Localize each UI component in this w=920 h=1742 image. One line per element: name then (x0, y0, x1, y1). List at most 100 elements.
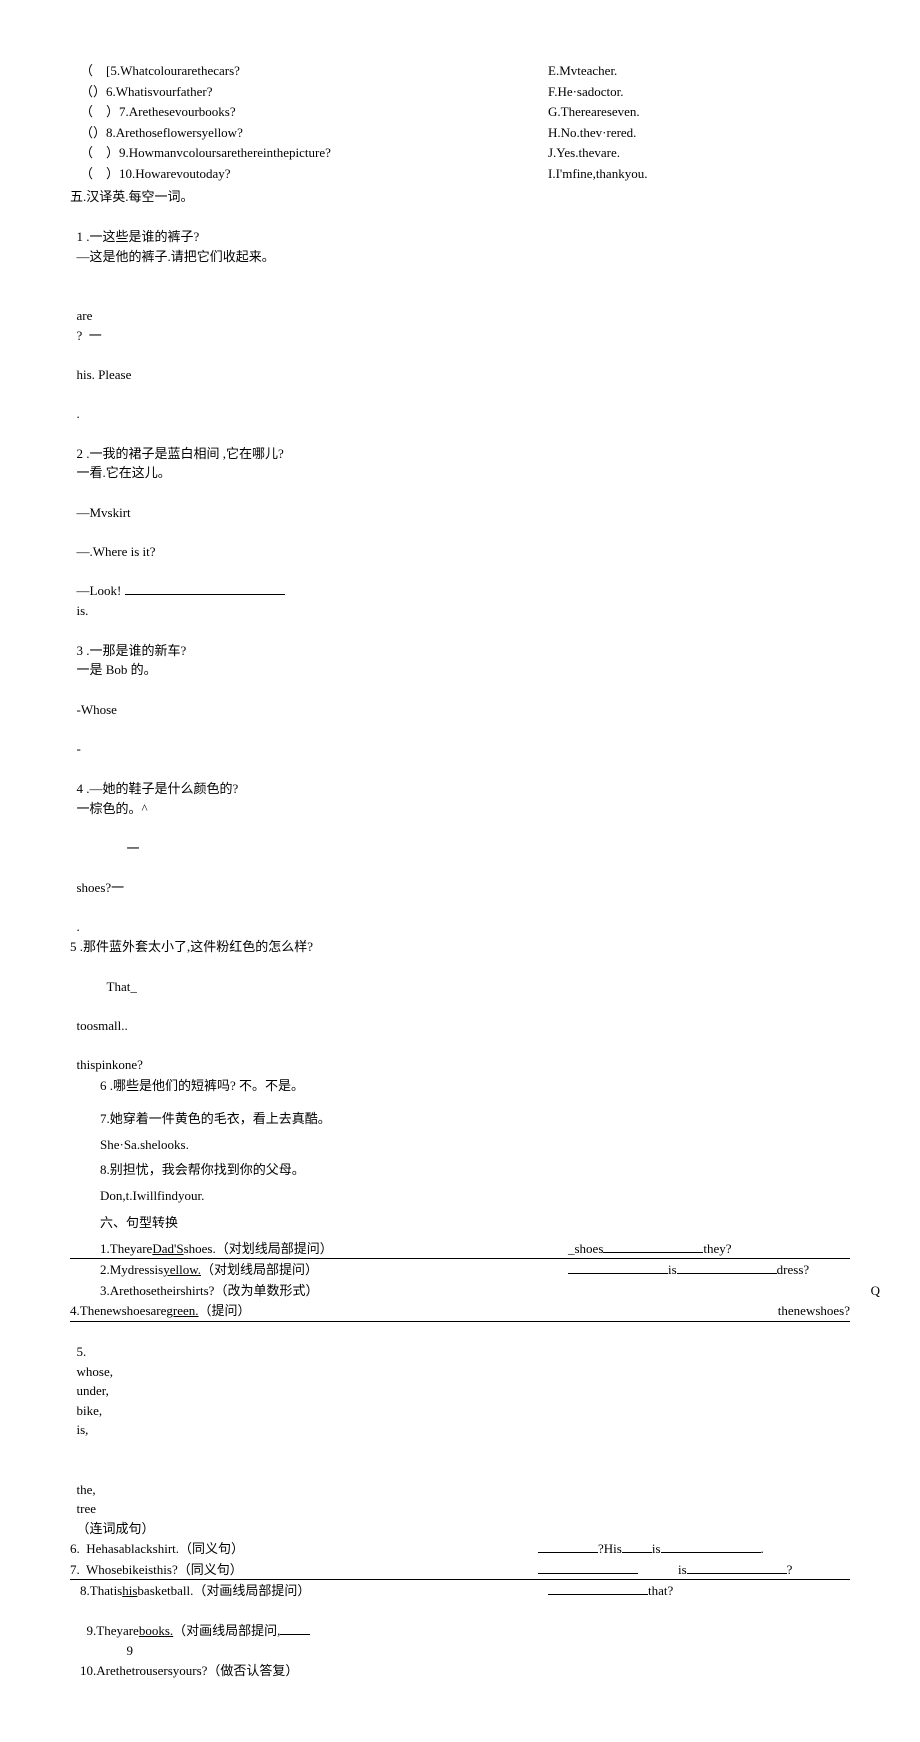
match-a7: G.Thereareseven. (548, 102, 860, 122)
blank (687, 1573, 787, 1574)
s5-his: his. Please (77, 367, 132, 382)
match-a6: F.He·sadoctor. (548, 82, 860, 102)
s6-q8-left: 8.Thatishisbasketball.（对画线局部提问） (70, 1581, 548, 1601)
s5-q5c: toosmall.. (77, 1018, 128, 1033)
s5-q1-line1: 1 .一这些是谁的裤子? —这是他的裤子.请把它们收起来。 (70, 208, 850, 267)
section5-title: 五.汉译英.每空一词。 (70, 187, 850, 207)
s6-q6d: . (761, 1541, 764, 1556)
s5-q7b: She·Sa.shelooks. (70, 1135, 850, 1155)
s5-q5d: thispinkone? (77, 1057, 143, 1072)
s5-q6: 6 .哪些是他们的短裤吗? 不。不是。 (70, 1076, 850, 1096)
match-q10: （ ）10.Howarevoutoday? (70, 164, 548, 184)
s5-q8a: 8.别担忧，我会帮你找到你的父母。 (70, 1160, 850, 1180)
s6-q9c: 9 (127, 1643, 134, 1658)
s6-q5w4: is, (77, 1422, 89, 1437)
s6-q1d: they? (703, 1241, 731, 1256)
s6-q8-right: that? (548, 1581, 860, 1601)
s6-q1a: 1.Theyare (100, 1241, 152, 1256)
s5-q4b: 一棕色的。^ (77, 801, 148, 816)
s5-q4c: 一 (77, 841, 140, 856)
s5-q2d: —.Where is it? (77, 544, 156, 559)
s5-q3c: -Whose (77, 702, 117, 717)
s5-q2b: 一看.它在这儿。 (77, 465, 171, 480)
s6-q2c: is (668, 1262, 677, 1277)
s5-q1b: —这是他的裤子.请把它们收起来。 (77, 249, 275, 264)
s5-q4e: . (77, 919, 80, 934)
section6-title: 六、句型转换 (70, 1213, 850, 1233)
s5-q4-line1: 4 .—她的鞋子是什么颜色的? 一棕色的。^ (70, 760, 850, 819)
s6-q5-line2: the, tree （连词成句） (70, 1441, 850, 1539)
s6-q1c: _shoes (568, 1241, 603, 1256)
s5-q2a: 2 .一我的裙子是蓝白相间 ,它在哪儿? (77, 446, 284, 461)
blank (548, 1594, 648, 1595)
match-q7-text: Arethesevourbooks? (129, 104, 236, 119)
s5-q5-line2: That_ toosmall.. thispinkone? (70, 958, 850, 1075)
s5-q3d: - (77, 741, 81, 756)
blank (661, 1552, 761, 1553)
match-a5: E.Mvteacher. (548, 61, 860, 81)
s6-q2b: （对划线局部提问） (201, 1262, 318, 1277)
blank (568, 1273, 668, 1274)
s6-q4u: green. (166, 1303, 198, 1318)
s6-q9a: 9.Theyare (87, 1623, 139, 1638)
s6-q1-right: _shoes they? (568, 1239, 880, 1259)
s5-q5b: That_ (77, 979, 137, 994)
match-q9-text: Howmanvcoloursarethereinthepicture? (129, 145, 331, 160)
s6-q5a: 5. (77, 1344, 87, 1359)
s5-dot: . (77, 406, 80, 421)
blank (622, 1552, 652, 1553)
s6-q2-right: is dress? (568, 1260, 880, 1280)
s6-q2: 2.Mydressisyellow.（对划线局部提问） isdress? (70, 1260, 850, 1280)
s5-q4-line2: 一 shoes?一 . (70, 819, 850, 936)
s6-q7-right: is? (538, 1560, 850, 1580)
s6-q7c: ? (787, 1562, 793, 1577)
s6-q6: 6. Hehasablackshirt.（同义句） ?His is. (70, 1539, 850, 1559)
s6-q5w6: tree (77, 1501, 96, 1516)
s5-q2-line1: 2 .一我的裙子是蓝白相间 ,它在哪儿? 一看.它在这儿。 (70, 424, 850, 483)
s5-q4a: 4 .—她的鞋子是什么颜色的? (77, 781, 239, 796)
s6-q4-left: 4.Thenewshoesaregreen.（提问） (70, 1301, 538, 1321)
s6-q1: 1.TheyareDad'Sshoes.（对划线局部提问） _shoes they… (70, 1239, 850, 1260)
s6-q6c: is (652, 1541, 661, 1556)
blank (603, 1252, 703, 1253)
s6-q8a: 8.Thatis (80, 1583, 122, 1598)
blank (538, 1552, 598, 1553)
s5-q5-line1: 5 .那件蓝外套太小了,这件粉红色的怎么样? (70, 937, 850, 957)
s5-q8b: Don,t.Iwillfindyour. (70, 1186, 850, 1206)
s6-q5w3: bike, (77, 1403, 103, 1418)
s5-q2-line2: —Mvskirt —.Where is it? —Look! is. (70, 484, 850, 621)
s6-q10: 10.Arethetrousersyours?（做否认答复） (70, 1661, 850, 1681)
s5-q2e: —Look! (77, 583, 125, 598)
blank (538, 1573, 638, 1574)
s6-q3a: 3.Arethosetheirshirts?（改为单数形式） (70, 1281, 568, 1301)
match-q8-text: Arethoseflowersyellow? (116, 125, 243, 140)
s6-q5w5: the, (77, 1482, 96, 1497)
s6-q2a: 2.Mydressis (100, 1262, 163, 1277)
match-a9: J.Yes.thevare. (548, 143, 860, 163)
s6-q2d: dress? (777, 1262, 810, 1277)
s6-q6a: 6. Hehasablackshirt.（同义句） (70, 1539, 538, 1559)
s6-q4: 4.Thenewshoesaregreen.（提问） thenewshoes? (70, 1301, 850, 1322)
s5-q3-line2: -Whose - (70, 681, 850, 759)
match-q8: （）8.Arethoseflowersyellow? (70, 123, 548, 143)
s6-q6b: ?His (598, 1541, 622, 1556)
s6-q8u: his (122, 1583, 137, 1598)
s6-q5w2: under, (77, 1383, 109, 1398)
s6-q8: 8.Thatishisbasketball.（对画线局部提问） that? (70, 1581, 850, 1601)
match-q10-text: Howarevoutoday? (135, 166, 230, 181)
s6-q4b: （提问） (199, 1303, 251, 1318)
s6-q4a: 4.Thenewshoesare (70, 1303, 166, 1318)
s6-q9b: （对画线局部提问, (173, 1623, 280, 1638)
s6-q9: 9.Theyarebooks.（对画线局部提问, 9 (70, 1602, 850, 1661)
s6-q1-left: 1.TheyareDad'Sshoes.（对划线局部提问） (70, 1239, 568, 1259)
s5-are: are (77, 308, 93, 323)
s5-q3-line1: 3 .一那是谁的新车? 一是 Bob 的。 (70, 621, 850, 680)
spacer (70, 1096, 850, 1108)
blank (280, 1634, 310, 1635)
match-a10: I.I'mfine,thankyou. (548, 164, 860, 184)
s6-q3: 3.Arethosetheirshirts?（改为单数形式） Q (70, 1281, 850, 1301)
s5-q4d: shoes?一 (77, 880, 125, 895)
s6-q1u: Dad'S (152, 1241, 183, 1256)
matching-block: （ [5.Whatcolourarethecars?E.Mvteacher. （… (70, 61, 850, 183)
s6-q1b: shoes.（对划线局部提问） (184, 1241, 333, 1256)
